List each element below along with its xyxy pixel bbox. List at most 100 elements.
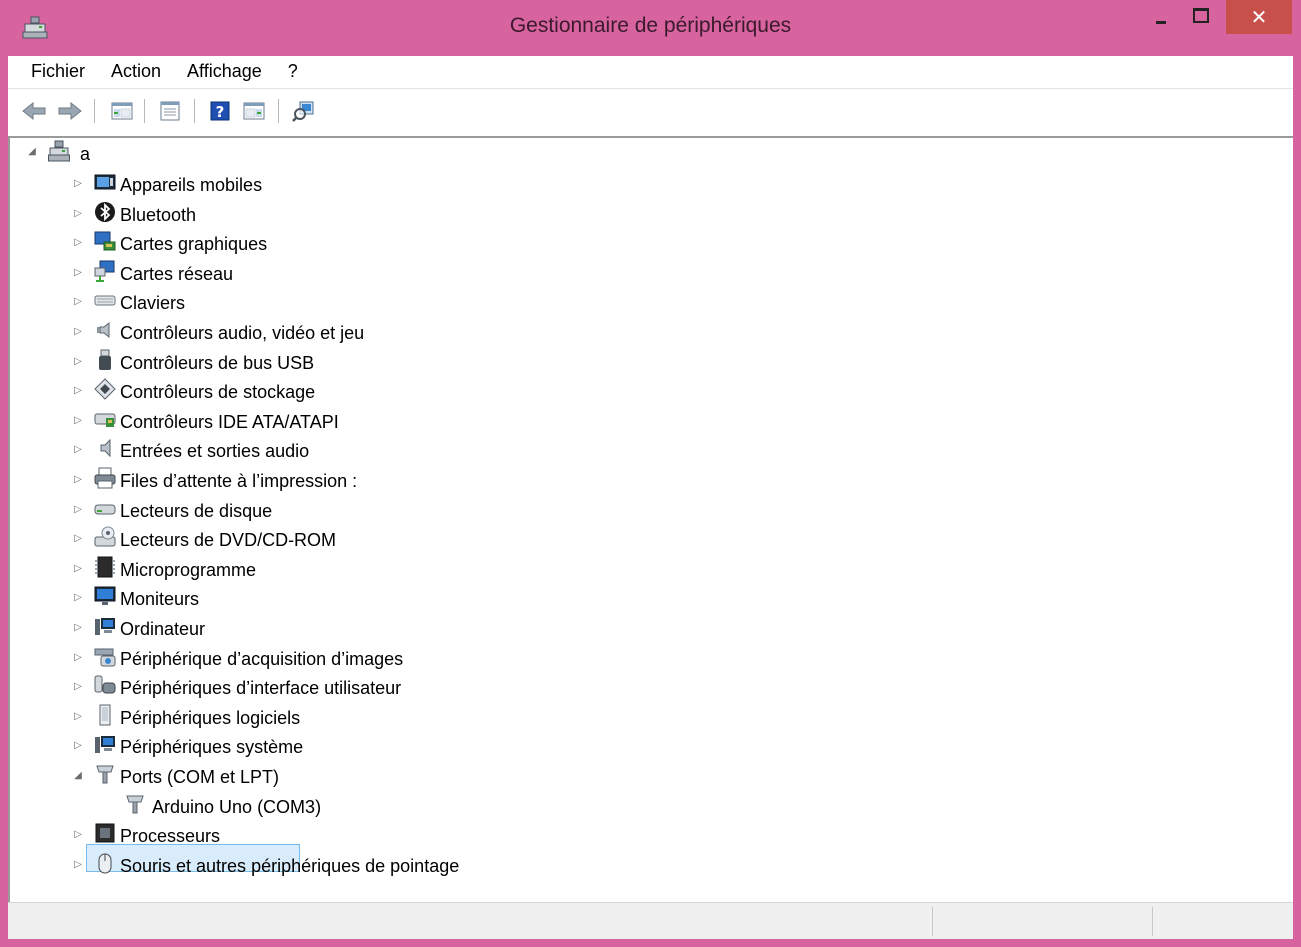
tree-expander[interactable]: ▷ [72,504,84,516]
tree-category-label[interactable]: Moniteurs [120,587,199,611]
tree-expander[interactable]: ▷ [72,681,84,693]
tree-category-label[interactable]: Ordinateur [120,617,205,641]
tree-category-label[interactable]: Contrôleurs audio, vidéo et jeu [120,321,364,345]
tree-expander[interactable]: ▷ [72,385,84,397]
mouse-icon [98,853,112,874]
processor-icon [95,823,115,843]
disk-drive-icon [94,504,116,515]
help-button[interactable]: ? [206,97,234,125]
tree-expander[interactable]: ▷ [72,740,84,752]
usb-icon [99,349,111,370]
device-manager-window: Gestionnaire de périphériques ✕ Fichier … [0,0,1301,947]
bluetooth-icon [95,201,115,222]
firmware-icon [95,556,115,578]
tree-category-label[interactable]: Contrôleurs de stockage [120,380,315,404]
tree-expander[interactable]: ▷ [72,415,84,427]
tree-expander[interactable]: ▷ [72,296,84,308]
software-device-icon [99,704,111,726]
audio-io-icon [100,439,111,458]
tree-category-label[interactable]: Entrées et sorties audio [120,439,309,463]
menu-action[interactable]: Action [98,56,174,86]
toolbar-separator [144,99,145,123]
toolbar-separator [194,99,195,123]
tree-category-label[interactable]: Bluetooth [120,203,196,227]
keyboard-icon [94,295,116,306]
dvd-drive-icon [94,526,116,547]
tree-category-label[interactable]: Périphériques logiciels [120,706,300,730]
properties-icon [160,101,180,121]
tree-category-label[interactable]: Microprogramme [120,558,256,582]
help-icon: ? [210,101,230,121]
tree-category-label[interactable]: Lecteurs de DVD/CD-ROM [120,528,336,552]
tree-category-label[interactable]: Périphérique d’acquisition d’images [120,647,403,671]
tree-category-label[interactable]: Lecteurs de disque [120,499,272,523]
tree-expander[interactable]: ◢ [72,770,84,782]
minimize-button[interactable] [1146,0,1176,34]
window-title: Gestionnaire de périphériques [509,14,792,37]
toolbar-separator [278,99,279,123]
computer-icon [48,140,70,162]
client-area: Fichier Action Affichage ? ? ◢ a ▷ Appar… [8,56,1293,939]
monitor-icon [94,586,116,606]
menu-affichage[interactable]: Affichage [174,56,275,86]
show-hide-action-pane-icon [243,102,265,120]
menu-fichier[interactable]: Fichier [18,56,98,86]
tree-expander[interactable]: ▷ [72,444,84,456]
imaging-device-icon [94,648,116,667]
tree-expander[interactable]: ▷ [72,592,84,604]
mobile-devices-icon [94,174,116,190]
tree-expander[interactable]: ▷ [72,859,84,871]
forward-button[interactable] [56,97,84,125]
show-hide-console-tree-icon [111,102,133,120]
close-button[interactable]: ✕ [1226,0,1292,34]
title-bar[interactable]: Gestionnaire de périphériques ✕ [0,0,1301,56]
status-separator [1152,907,1153,936]
tree-category-label[interactable]: Contrôleurs IDE ATA/ATAPI [120,410,339,434]
tree-expander[interactable]: ▷ [72,178,84,190]
tree-category-label[interactable]: Ports (COM et LPT) [120,765,279,789]
tree-expander[interactable]: ▷ [72,208,84,220]
menu-help[interactable]: ? [275,56,311,86]
tree-category-label[interactable]: Claviers [120,291,185,315]
tree-category-label[interactable]: Appareils mobiles [120,173,262,197]
speaker-icon [97,321,110,339]
tree-category-label[interactable]: Processeurs [120,824,220,848]
tree-expander[interactable]: ▷ [72,474,84,486]
tree-expander[interactable]: ▷ [72,622,84,634]
tree-expander[interactable]: ▷ [72,652,84,664]
tree-category-label[interactable]: Files d’attente à l’impression : [120,469,357,493]
show-hide-action-pane-button[interactable] [240,97,268,125]
port-icon [96,765,114,784]
tree-expander[interactable]: ▷ [72,563,84,575]
tree-expander[interactable]: ▷ [72,356,84,368]
port-icon [126,795,144,814]
tree-category-label[interactable]: Périphériques système [120,735,303,759]
tree-root-label[interactable]: a [80,142,90,166]
tree-category-label[interactable]: Cartes réseau [120,262,233,286]
root-expander[interactable]: ◢ [26,146,38,158]
tree-expander[interactable]: ▷ [72,326,84,338]
tree-expander[interactable]: ▷ [72,267,84,279]
tree-expander[interactable]: ▷ [72,829,84,841]
tree-expander[interactable]: ▷ [72,711,84,723]
show-hide-console-tree-button[interactable] [108,97,136,125]
display-adapter-icon [94,231,116,251]
tree-category-label[interactable]: Périphériques d’interface utilisateur [120,676,401,700]
tree-expander[interactable]: ▷ [72,237,84,249]
system-device-icon [95,736,115,754]
tree-category-label[interactable]: Souris et autres périphériques de pointa… [120,854,459,878]
scan-hardware-button[interactable] [290,97,318,125]
tree-device-label[interactable]: Arduino Uno (COM3) [152,795,321,819]
toolbar: ? [8,88,1293,132]
tree-category-label[interactable]: Contrôleurs de bus USB [120,351,314,375]
properties-button[interactable] [156,97,184,125]
maximize-button[interactable] [1186,0,1216,34]
back-button[interactable] [20,97,48,125]
tree-category-label[interactable]: Cartes graphiques [120,232,267,256]
menu-bar: Fichier Action Affichage ? [8,56,1293,86]
forward-arrow-icon [58,101,82,121]
device-tree[interactable]: ◢ a ▷ Appareils mobiles ▷ Bluetooth ▷ Cartes … [8,136,1293,902]
toolbar-separator [94,99,95,123]
tree-expander[interactable]: ▷ [72,533,84,545]
printer-icon [94,467,116,489]
